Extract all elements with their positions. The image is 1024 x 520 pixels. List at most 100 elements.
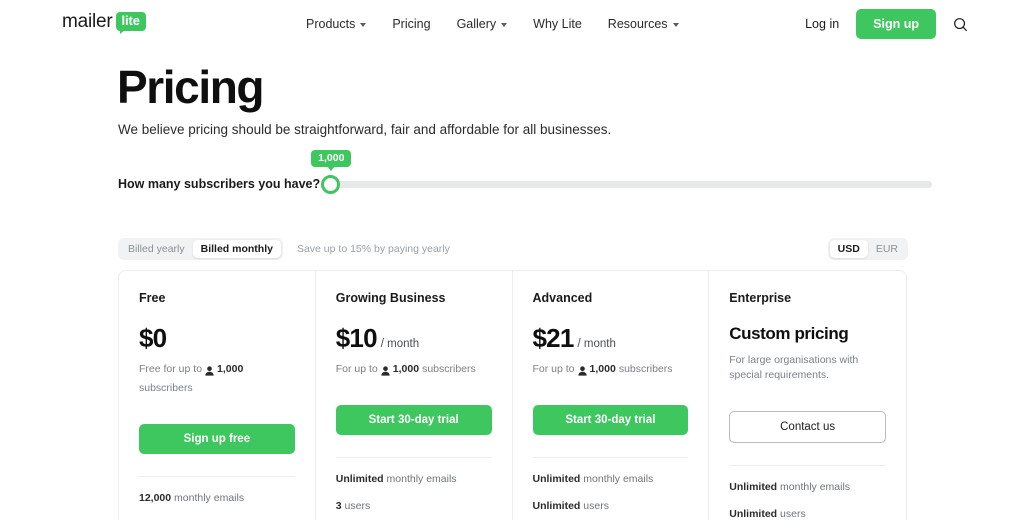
pricing-options-row: Billed yearly Billed monthly Save up to … (118, 238, 908, 260)
pricing-card-growing-business: Growing Business $10 / month For up to 1… (316, 271, 513, 520)
plan-cta-start-trial[interactable]: Start 30-day trial (336, 405, 492, 435)
feature-value: Unlimited (533, 500, 581, 512)
plan-sub-count: 1,000 (217, 362, 243, 378)
person-icon (578, 366, 587, 376)
site-header: mailer lite Products Pricing Gallery Why… (0, 0, 1024, 48)
feature-value: 3 (336, 500, 342, 512)
plan-cta-start-trial[interactable]: Start 30-day trial (533, 405, 689, 435)
mailerlite-logo[interactable]: mailer lite (62, 12, 146, 31)
billing-option-yearly[interactable]: Billed yearly (120, 240, 193, 258)
plan-price-subtext: For up to 1,000 subscribers (336, 362, 492, 378)
slider-track[interactable] (330, 181, 932, 188)
feature-label: monthly emails (387, 473, 457, 485)
feature-value: Unlimited (729, 481, 777, 493)
plan-price-subtext: For up to 1,000 subscribers (533, 362, 689, 378)
nav-item-pricing[interactable]: Pricing (392, 17, 430, 31)
feature-label: users (583, 500, 609, 512)
feature-item: Unlimited monthly emails (729, 480, 886, 495)
plan-price-line: $0 (139, 325, 295, 355)
nav-item-why-lite[interactable]: Why Lite (533, 17, 582, 31)
plan-features: 12,000 monthly emails 1 user Email suppo… (139, 491, 295, 520)
sign-up-button[interactable]: Sign up (856, 9, 936, 39)
plan-cta-sign-up-free[interactable]: Sign up free (139, 424, 295, 454)
nav-label: Pricing (392, 17, 430, 31)
main-navigation: Products Pricing Gallery Why Lite Resour… (306, 0, 679, 48)
feature-label: monthly emails (780, 481, 850, 493)
plan-name: Enterprise (729, 291, 886, 305)
card-divider (139, 476, 295, 477)
feature-label: monthly emails (583, 473, 653, 485)
plan-features: Unlimited monthly emails Unlimited users… (729, 480, 886, 520)
plan-features: Unlimited monthly emails Unlimited users… (533, 472, 689, 520)
card-divider (533, 457, 689, 458)
pricing-card-free: Free $0 Free for up to 1,000 subscribers… (119, 271, 316, 520)
pricing-card-advanced: Advanced $21 / month For up to 1,000 sub… (513, 271, 710, 520)
plan-name: Advanced (533, 291, 689, 305)
plan-custom-price: Custom pricing (729, 325, 886, 344)
logo-lite-badge: lite (116, 12, 146, 31)
chevron-down-icon (360, 23, 366, 27)
nav-label: Gallery (457, 17, 497, 31)
billing-save-note: Save up to 15% by paying yearly (297, 243, 450, 255)
feature-label: monthly emails (174, 492, 244, 504)
pricing-card-enterprise: Enterprise Custom pricing For large orga… (709, 271, 906, 520)
feature-item: Unlimited monthly emails (533, 472, 689, 487)
logo-wordmark: mailer (62, 12, 113, 31)
plan-price: $21 (533, 325, 574, 351)
plan-sub-suffix: subscribers (139, 381, 193, 397)
card-divider (336, 457, 492, 458)
person-icon (205, 366, 214, 376)
subscriber-slider-row: How many subscribers you have? 1,000 (118, 175, 932, 193)
plan-cta-contact-us[interactable]: Contact us (729, 411, 886, 443)
nav-label: Resources (608, 17, 668, 31)
feature-label: users (780, 508, 806, 520)
slider-handle[interactable] (321, 175, 340, 194)
nav-label: Products (306, 17, 355, 31)
header-actions: Log in Sign up (805, 0, 968, 48)
plan-sub-count: 1,000 (590, 362, 616, 378)
plan-price-period: / month (381, 338, 419, 350)
plan-sub-prefix: For up to (336, 362, 378, 378)
plan-sub-count: 1,000 (393, 362, 419, 378)
plan-sub-suffix: subscribers (619, 362, 673, 378)
currency-option-eur[interactable]: EUR (868, 240, 906, 258)
feature-value: Unlimited (336, 473, 384, 485)
card-divider (729, 465, 886, 466)
nav-item-resources[interactable]: Resources (608, 17, 679, 31)
search-icon[interactable] (953, 17, 968, 32)
nav-label: Why Lite (533, 17, 582, 31)
plan-price-line: $10 / month (336, 325, 492, 355)
nav-item-gallery[interactable]: Gallery (457, 17, 508, 31)
plan-sub-prefix: For up to (533, 362, 575, 378)
plan-sub-suffix: subscribers (422, 362, 476, 378)
currency-option-usd[interactable]: USD (830, 240, 868, 258)
plan-name: Free (139, 291, 295, 305)
slider-value-tooltip: 1,000 (311, 150, 351, 167)
feature-item: 12,000 monthly emails (139, 491, 295, 506)
page-subtitle: We believe pricing should be straightfor… (118, 122, 611, 137)
plan-features: Unlimited monthly emails 3 users 24/7 Em… (336, 472, 492, 520)
subscriber-slider[interactable]: 1,000 (330, 175, 932, 193)
feature-item: Unlimited users (729, 507, 886, 520)
feature-item: Unlimited users (533, 499, 689, 514)
plan-price-subtext: For large organisations with special req… (729, 353, 886, 385)
chevron-down-icon (673, 23, 679, 27)
page-title: Pricing (117, 62, 263, 113)
plan-price-line: $21 / month (533, 325, 689, 355)
subscriber-slider-label: How many subscribers you have? (118, 177, 320, 191)
log-in-link[interactable]: Log in (805, 17, 839, 31)
billing-option-monthly[interactable]: Billed monthly (193, 240, 281, 258)
feature-value: Unlimited (729, 508, 777, 520)
feature-item: Unlimited monthly emails (336, 472, 492, 487)
pricing-cards-container: Free $0 Free for up to 1,000 subscribers… (118, 270, 907, 520)
plan-sub-prefix: Free for up to (139, 362, 202, 378)
plan-name: Growing Business (336, 291, 492, 305)
currency-toggle[interactable]: USD EUR (828, 238, 908, 260)
plan-price: $10 (336, 325, 377, 351)
nav-item-products[interactable]: Products (306, 17, 366, 31)
feature-value: 12,000 (139, 492, 171, 504)
plan-price-subtext: Free for up to 1,000 subscribers (139, 362, 295, 397)
chevron-down-icon (501, 23, 507, 27)
feature-label: users (345, 500, 371, 512)
billing-period-toggle[interactable]: Billed yearly Billed monthly (118, 238, 283, 260)
